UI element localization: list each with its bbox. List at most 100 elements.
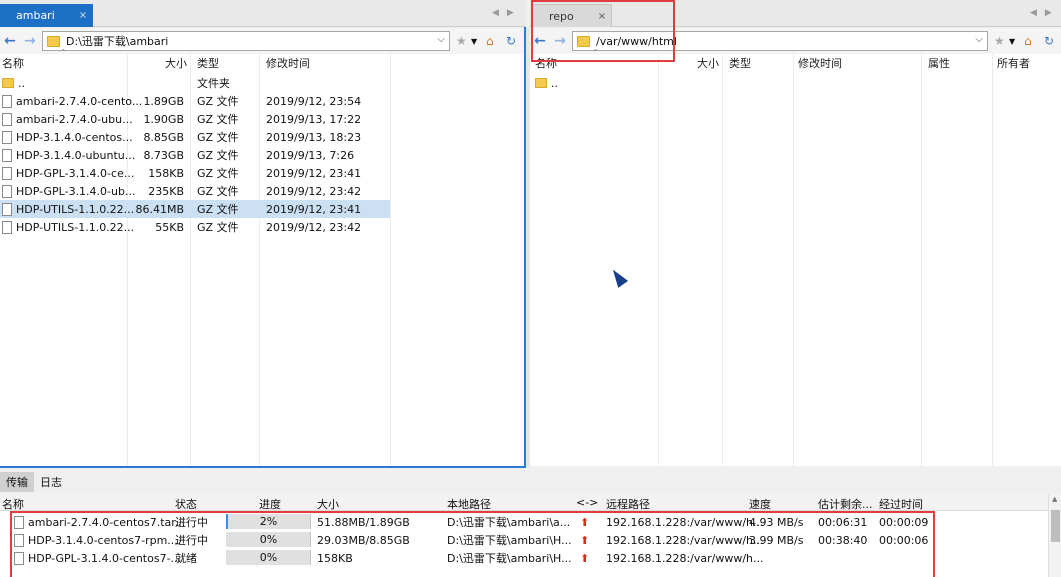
left-path-text: D:\迅雷下载\ambari [66,35,169,48]
transfer-status: 进行中 [175,516,208,529]
list-item[interactable]: HDP-3.1.4.0-centos... 8.85GB GZ 文件 2019/9/1… [0,128,390,146]
column-elapsed[interactable]: 经过时间 [879,496,923,512]
column-size[interactable]: 大小 [165,55,187,71]
tab-log[interactable]: 日志 [34,472,68,492]
file-modified: 2019/9/12, 23:54 [266,94,362,108]
star-icon[interactable]: ★ [994,34,1005,48]
updir-name: .. [18,76,25,90]
transfer-row[interactable]: HDP-GPL-3.1.4.0-centos7-... 就绪 0% 158KB D:\迅… [0,549,1048,567]
file-icon [14,551,24,565]
file-size: 158KB [148,166,184,180]
column-remaining[interactable]: 估计剩余... [818,496,873,512]
home-icon[interactable]: ⌂ [1024,34,1032,48]
file-icon [2,130,12,144]
sftp-client-window: ambari × ◀▶ repo × ◀▶ ← → D:\迅雷下载\ambari… [0,0,1061,577]
column-name[interactable]: 名称 [535,55,557,71]
transfer-local-path: D:\迅雷下载\ambari\a... [447,516,571,529]
column-size[interactable]: 大小 [697,55,719,71]
list-item[interactable]: HDP-3.1.4.0-ubuntu... 8.73GB GZ 文件 2019/9/1… [0,146,390,164]
column-attributes[interactable]: 属性 [928,55,950,71]
transfer-elapsed: 00:00:09 [879,515,929,529]
column-direction[interactable]: <-> [576,496,598,509]
tab-ambari[interactable]: ambari × [0,4,93,27]
file-size: 55KB [155,220,184,234]
tab-scroll-arrows[interactable]: ◀▶ [1030,8,1060,18]
chevron-down-icon[interactable]: ▼ [1009,37,1015,46]
column-name[interactable]: 名称 [2,496,24,512]
file-size: 8.85GB [143,130,184,144]
arrow-up-icon: ⬆ [580,515,590,529]
left-address-bar: ← → D:\迅雷下载\ambari ⌵ ★ ▼ ⌂ ↻ [0,28,526,54]
column-modified[interactable]: 修改时间 [798,55,842,71]
column-modified[interactable]: 修改时间 [266,55,310,71]
tab-scroll-arrows[interactable]: ◀▶ [492,8,522,18]
file-modified: 2019/9/13, 7:26 [266,148,355,162]
arrow-right-icon[interactable]: → [20,33,40,49]
column-status[interactable]: 状态 [175,496,197,512]
transfer-row[interactable]: ambari-2.7.4.0-centos7.tar... 进行中 2% 51.88M… [0,513,1048,531]
list-item[interactable]: HDP-UTILS-1.1.0.22... 55KB GZ 文件 2019/9/12,… [0,218,390,236]
transfer-scrollbar[interactable]: ▲ [1048,494,1061,577]
right-tab-strip: repo × ◀▶ [530,0,1061,27]
tab-repo[interactable]: repo × [532,4,612,27]
list-item[interactable]: HDP-GPL-3.1.4.0-ub... 235KB GZ 文件 2019/9/12… [0,182,390,200]
column-progress[interactable]: 进度 [259,496,281,512]
transfer-speed: 4.93 MB/s [749,515,804,529]
column-remote-path[interactable]: 远程路径 [606,496,650,512]
transfer-elapsed: 00:00:06 [879,533,929,547]
chevron-down-icon[interactable]: ▼ [471,37,477,46]
progress-bar: 0% [226,532,311,547]
file-type: GZ 文件 [197,113,239,126]
column-divider [921,54,922,466]
file-icon [2,202,12,216]
close-icon[interactable]: × [598,11,606,22]
progress-bar: 2% [226,514,311,529]
left-tab-strip: ambari × ◀▶ [0,0,526,27]
file-type: GZ 文件 [197,167,239,180]
left-pane-border [0,466,526,468]
file-name: ambari-2.7.4.0-cento... [16,94,143,108]
star-icon[interactable]: ★ [456,34,467,48]
refresh-icon[interactable]: ↻ [1044,34,1054,48]
file-modified: 2019/9/13, 18:23 [266,130,362,144]
transfer-remote-path: 192.168.1.228:/var/www/h... [606,551,764,565]
list-item-updir[interactable]: .. 文件夹 [0,74,390,92]
list-item[interactable]: ambari-2.7.4.0-cento... 1.89GB GZ 文件 2019/9… [0,92,390,110]
close-icon[interactable]: × [79,10,87,21]
column-size[interactable]: 大小 [317,496,339,512]
file-modified: 2019/9/12, 23:42 [266,184,362,198]
column-speed[interactable]: 速度 [749,496,771,512]
home-icon[interactable]: ⌂ [486,34,494,48]
progress-bar: 0% [226,550,311,565]
tab-label: ambari [16,9,55,22]
file-icon [2,166,12,180]
column-owner[interactable]: 所有者 [997,55,1030,71]
chevron-down-icon[interactable]: ⌵ [437,34,445,45]
arrow-left-icon[interactable]: ← [530,33,550,49]
sort-indicator-icon: ⌃ [60,48,67,57]
chevron-down-icon[interactable]: ⌵ [975,34,983,45]
list-item-updir[interactable]: .. [530,74,922,92]
column-type[interactable]: 类型 [197,55,219,71]
refresh-icon[interactable]: ↻ [506,34,516,48]
column-type[interactable]: 类型 [729,55,751,71]
transfer-size: 51.88MB/1.89GB [317,515,410,529]
transfer-column-header: 名称 状态 进度 大小 本地路径 <-> 远程路径 速度 估计剩余... 经过时… [0,494,1048,511]
arrow-right-icon[interactable]: → [550,33,570,49]
left-path-input[interactable]: D:\迅雷下载\ambari ⌵ [42,31,450,51]
right-path-input[interactable]: /var/www/html ⌵ [572,31,988,51]
list-item[interactable]: HDP-GPL-3.1.4.0-ce... 158KB GZ 文件 2019/9/12… [0,164,390,182]
file-type: GZ 文件 [197,185,239,198]
list-item[interactable]: HDP-UTILS-1.1.0.22... 86.41MB GZ 文件 2019/9/… [0,200,390,218]
arrow-left-icon[interactable]: ← [0,33,20,49]
progress-label: 0% [259,533,278,546]
file-name: ambari-2.7.4.0-ubu... [16,112,133,126]
right-file-list: 名称 ⌃ 大小 类型 修改时间 属性 所有者 .. [530,48,1061,466]
list-item[interactable]: ambari-2.7.4.0-ubu... 1.90GB GZ 文件 2019/9/1… [0,110,390,128]
column-name[interactable]: 名称 [2,55,24,71]
scrollbar-thumb[interactable] [1051,510,1060,542]
column-local-path[interactable]: 本地路径 [447,496,491,512]
scroll-up-icon[interactable]: ▲ [1052,495,1057,503]
tab-transfer[interactable]: 传输 [0,472,34,492]
transfer-row[interactable]: HDP-3.1.4.0-centos7-rpm.... 进行中 0% 29.03MB/… [0,531,1048,549]
